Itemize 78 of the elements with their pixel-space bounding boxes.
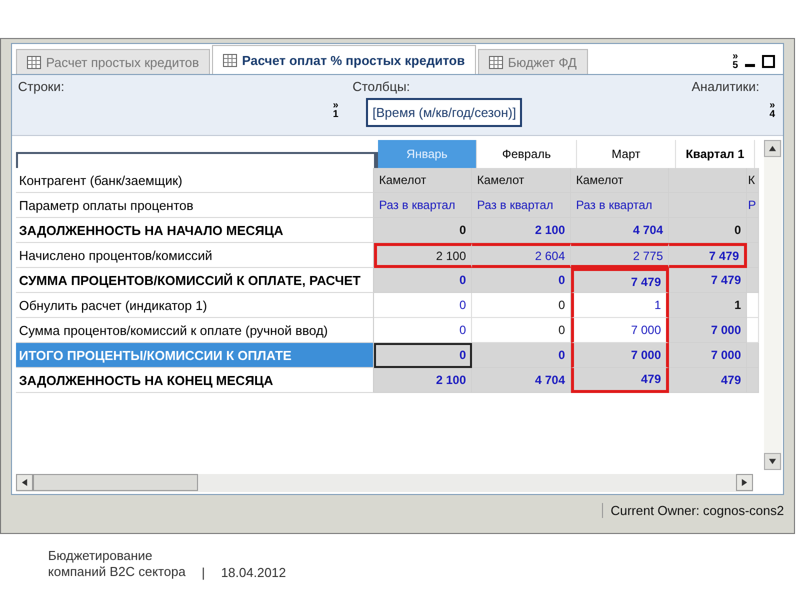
dimension-overflow[interactable]: » 1 [332, 101, 338, 119]
table-cell[interactable]: 2 604 [472, 243, 571, 268]
right-arrow-icon [741, 479, 748, 486]
table-cell[interactable]: 7 479 [571, 268, 669, 293]
table-cell[interactable] [747, 318, 759, 343]
maximize-icon[interactable] [762, 54, 775, 68]
footer-date: 18.04.2012 [220, 565, 286, 580]
grid-icon [488, 56, 503, 68]
table-cell[interactable] [747, 368, 759, 393]
dimension-label: Столбцы: [352, 79, 412, 94]
table-cell[interactable]: 2 100 [374, 243, 472, 268]
row-label: ЗАДОЛЖЕННОСТЬ НА КОНЕЦ МЕСЯЦА [16, 368, 374, 393]
table-cell[interactable]: Раз в квартал [472, 193, 571, 218]
table-cell[interactable] [747, 218, 759, 243]
dimension-chip[interactable]: [Время (м/кв/год/сезон)] [366, 98, 522, 127]
table-cell[interactable]: 0 [669, 218, 747, 243]
table-cell[interactable]: 7 000 [669, 343, 747, 368]
footer-title: Бюджетирование [48, 548, 154, 564]
up-arrow-icon [769, 145, 776, 152]
table-cell[interactable]: Камелот [571, 168, 669, 193]
table-cell[interactable]: 7 479 [669, 243, 747, 268]
table-cell[interactable]: 1 [669, 293, 747, 318]
table-cell[interactable]: 4 704 [472, 368, 571, 393]
tab[interactable]: Расчет оплат % простых кредитов [212, 45, 476, 74]
table-cell[interactable] [669, 168, 747, 193]
row-label: Контрагент (банк/заемщик) [16, 168, 374, 193]
table-cell[interactable]: 7 000 [571, 343, 669, 368]
row-label: Обнулить расчет (индикатор 1) [16, 293, 374, 318]
table-cell[interactable]: Раз в квартал [374, 193, 472, 218]
table-cell[interactable]: 0 [374, 218, 472, 243]
dimension-label: Аналитики: [692, 79, 760, 94]
horizontal-scrollbar[interactable] [16, 474, 753, 492]
grid-icon [223, 54, 238, 66]
table-cell[interactable]: 0 [472, 318, 571, 343]
table-cell[interactable]: 4 704 [571, 218, 669, 243]
left-arrow-icon [21, 479, 28, 486]
table-cell[interactable]: 0 [374, 268, 472, 293]
table-cell[interactable]: 479 [669, 368, 747, 393]
table-cell[interactable]: 2 775 [571, 243, 669, 268]
table-cell[interactable]: 7 479 [669, 268, 747, 293]
table-cell[interactable]: 0 [374, 318, 472, 343]
table-cell[interactable]: 479 [571, 368, 669, 393]
table-cell[interactable]: 0 [472, 343, 571, 368]
tab[interactable]: Расчет простых кредитов [16, 49, 210, 74]
table-cell[interactable] [747, 293, 759, 318]
row-label: ЗАДОЛЖЕННОСТЬ НА НАЧАЛО МЕСЯЦА [16, 218, 374, 243]
row-label: Параметр оплаты процентов [16, 193, 374, 218]
dimension-overflow[interactable]: » 4 [769, 101, 775, 119]
table-cell[interactable]: К [747, 168, 759, 193]
table-cell[interactable]: 0 [374, 343, 472, 368]
dimension-label: Строки: [18, 79, 66, 94]
row-label: СУММА ПРОЦЕНТОВ/КОМИССИЙ К ОПЛАТЕ, РАСЧЕТ [16, 268, 374, 293]
table-cell[interactable]: 0 [472, 293, 571, 318]
down-arrow-icon [769, 458, 776, 465]
table-cell[interactable]: Камелот [374, 168, 472, 193]
tab-overflow[interactable]: » 5 [732, 52, 738, 70]
table-cell[interactable]: 0 [472, 268, 571, 293]
row-label: ИТОГО ПРОЦЕНТЫ/КОМИССИИ К ОПЛАТЕ [16, 343, 374, 368]
footer-separator: | [202, 565, 205, 580]
table-cell[interactable]: Раз в квартал [571, 193, 669, 218]
status-text: Current Owner: cognos-cons2 [602, 502, 784, 518]
row-label: Начислено процентов/комиссий [16, 243, 374, 268]
vertical-scrollbar[interactable] [764, 140, 782, 470]
table-cell[interactable]: 2 100 [472, 218, 571, 243]
footer-title: компаний B2C сектора [48, 564, 186, 580]
table-cell[interactable]: Камелот [472, 168, 571, 193]
table-cell[interactable]: 7 000 [669, 318, 747, 343]
table-cell[interactable] [747, 343, 759, 368]
table-cell[interactable]: 1 [571, 293, 669, 318]
tab[interactable]: Бюджет ФД [478, 49, 588, 74]
grid-icon [27, 56, 41, 68]
table-cell[interactable]: Р [747, 193, 759, 218]
row-label: Сумма процентов/комиссий к оплате (ручной ввод) [16, 318, 374, 343]
table-cell[interactable]: 7 000 [571, 318, 669, 343]
table-cell[interactable]: 2 100 [374, 368, 472, 393]
table-cell[interactable] [747, 268, 759, 293]
table-cell[interactable] [747, 243, 759, 268]
table-cell[interactable]: 0 [374, 293, 472, 318]
